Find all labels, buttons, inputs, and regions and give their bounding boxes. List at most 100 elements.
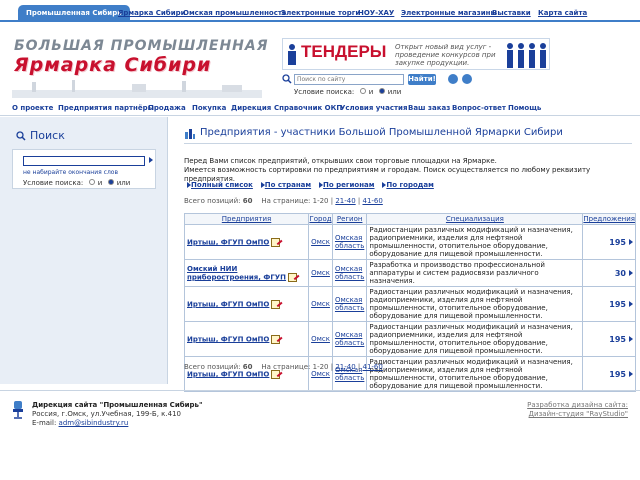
offers-count[interactable]: 195: [609, 335, 626, 344]
tab-promyshlennaya-sibir[interactable]: Промышленная Сибирь: [18, 5, 130, 22]
nav-o-proekte[interactable]: О проекте: [12, 104, 53, 112]
footer-design-studio-link[interactable]: Дизайн-студия "RayStudio": [529, 410, 628, 418]
region-cell[interactable]: Омская область: [331, 321, 368, 357]
total-count: 60: [242, 197, 253, 205]
enterprise-name[interactable]: Иртыш, ФГУП ОмПО: [187, 335, 269, 343]
footer-design-label[interactable]: Разработка дизайна сайта:: [527, 401, 628, 409]
col-offers[interactable]: Предложения: [582, 213, 636, 225]
enterprises-icon: [185, 129, 195, 139]
region-cell[interactable]: Омская область: [331, 286, 368, 322]
radio-and[interactable]: [360, 88, 367, 94]
enterprise-name[interactable]: Иртыш, ФГУП ОмПО: [187, 300, 269, 308]
document-edit-icon[interactable]: [271, 299, 281, 309]
sidebar-search-input[interactable]: [23, 156, 145, 166]
search-icon: [16, 131, 26, 141]
nav-predpriyatiya-partnery[interactable]: Предприятия партнёры: [58, 104, 154, 112]
sort-links: Полный список По странам По регионам По …: [184, 181, 434, 189]
offers-count[interactable]: 195: [609, 238, 626, 247]
tab-nou-hau[interactable]: НОУ-ХАУ: [358, 6, 394, 22]
offers-count[interactable]: 195: [609, 300, 626, 309]
document-edit-icon[interactable]: [288, 272, 298, 282]
arrow-icon[interactable]: [629, 270, 633, 276]
arrow-icon[interactable]: [629, 336, 633, 342]
footer-title: Дирекция сайта "Промышленная Сибирь": [32, 401, 203, 409]
nav-direktsiya[interactable]: Дирекция: [231, 104, 271, 112]
offers-count[interactable]: 30: [615, 269, 626, 278]
city-cell[interactable]: Омск: [308, 259, 333, 287]
nav-prodazha[interactable]: Продажа: [148, 104, 186, 112]
pager-bottom: Всего позиций: 60 На странице: 1-20 | 21…: [184, 363, 383, 371]
tab-vystavki[interactable]: Выставки: [492, 6, 531, 22]
tab-elektronnye-torgi[interactable]: Электронные торги: [281, 6, 360, 22]
sidebar-radio-or[interactable]: [108, 179, 115, 185]
sort-by-region[interactable]: По регионам: [323, 181, 375, 189]
col-enterprises[interactable]: Предприятия: [183, 213, 310, 225]
specialization-cell: Радиостанции различных модификаций и наз…: [366, 321, 584, 357]
page-1-20: 1-20: [312, 197, 329, 205]
site-search-button[interactable]: Найти!: [408, 74, 436, 85]
page-21-40[interactable]: 21-40: [335, 363, 355, 371]
col-region[interactable]: Регион: [331, 213, 368, 225]
table-row: Иртыш, ФГУП ОмПО Омск Омская область Рад…: [183, 224, 636, 260]
businessman-icon: [288, 44, 296, 65]
col-city[interactable]: Город: [308, 213, 333, 225]
city-cell[interactable]: Омск: [308, 356, 333, 392]
table-row: Омский НИИ приборостроения, ФГУП Омск Ом…: [183, 259, 636, 287]
sidebar: Поиск не набирайте окончания слов Услови…: [0, 117, 168, 384]
home-icon[interactable]: [448, 74, 458, 84]
factory-skyline-icon: [12, 80, 262, 98]
sidebar-cond-label: Условие поиска:: [23, 179, 84, 187]
nav-pomoshch[interactable]: Помощь: [508, 104, 541, 112]
city-cell[interactable]: Омск: [308, 321, 333, 357]
city-cell[interactable]: Омск: [308, 286, 333, 322]
tab-elektronnye-magaziny[interactable]: Электронные магазины: [401, 6, 497, 22]
enterprise-name[interactable]: Омский НИИ приборостроения, ФГУП: [187, 265, 286, 282]
arrow-icon[interactable]: [629, 301, 633, 307]
tenders-banner[interactable]: ТЕНДЕРЫ Открыт новый вид услуг - проведе…: [282, 38, 550, 70]
logo-line2: Ярмарка Сибири: [14, 54, 212, 76]
sidebar-radio-and-label: и: [97, 179, 103, 187]
page-41-60[interactable]: 41-60: [362, 197, 382, 205]
sort-by-city[interactable]: По городам: [386, 181, 434, 189]
specialization-cell: Разработка и производство профессиональн…: [366, 259, 584, 287]
document-edit-icon[interactable]: [271, 334, 281, 344]
offers-count[interactable]: 195: [609, 370, 626, 379]
enterprise-name[interactable]: Иртыш, ФГУП ОмПО: [187, 370, 269, 378]
arrow-icon[interactable]: [629, 239, 633, 245]
nav-spravochnik-okp[interactable]: Справочник ОКП: [274, 104, 342, 112]
nav-pokupka[interactable]: Покупка: [192, 104, 226, 112]
sidebar-radio-and[interactable]: [89, 179, 96, 185]
total-count: 60: [242, 363, 253, 371]
table-row: Иртыш, ФГУП ОмПО Омск Омская область Рад…: [183, 321, 636, 357]
document-edit-icon[interactable]: [271, 237, 281, 247]
enterprise-name[interactable]: Иртыш, ФГУП ОмПО: [187, 238, 269, 246]
search-conditions: Условие поиска: и или: [294, 88, 401, 96]
main-nav: О проекте Предприятия партнёры Продажа П…: [0, 100, 640, 116]
main-content: Предприятия - участники Большой Промышле…: [176, 117, 640, 392]
region-cell[interactable]: Омская область: [331, 259, 368, 287]
search-submit-arrow-icon[interactable]: [149, 157, 153, 163]
nav-usloviya-uchastiya[interactable]: Условия участия: [340, 104, 407, 112]
sort-full-list[interactable]: Полный список: [191, 181, 253, 189]
tab-omskaya-promyshlennost[interactable]: Омская промышленность: [183, 6, 286, 22]
site-search-input[interactable]: [294, 74, 404, 85]
city-cell[interactable]: Омск: [308, 224, 333, 260]
tab-karta-saita[interactable]: Карта сайта: [538, 6, 587, 22]
pager-top: Всего позиций: 60 На странице: 1-20 | 21…: [184, 197, 383, 205]
mail-icon[interactable]: [462, 74, 472, 84]
nav-vopros-otvet[interactable]: Вопрос-ответ: [452, 104, 506, 112]
region-cell[interactable]: Омская область: [331, 356, 368, 392]
sidebar-radio-or-label: или: [116, 179, 131, 187]
tab-yarmarka-sibiri[interactable]: Ярмарка Сибири: [118, 6, 186, 22]
page-21-40[interactable]: 21-40: [335, 197, 355, 205]
site-logo[interactable]: БОЛЬШАЯ ПРОМЫШЛЕННАЯ Ярмарка Сибири: [12, 36, 268, 98]
region-cell[interactable]: Омская область: [331, 224, 368, 260]
nav-vash-zakaz[interactable]: Ваш заказ: [408, 104, 450, 112]
arrow-icon[interactable]: [629, 371, 633, 377]
sort-by-country[interactable]: По странам: [265, 181, 311, 189]
radio-or[interactable]: [379, 88, 386, 94]
footer-email-link[interactable]: adm@sibindustry.ru: [59, 419, 129, 427]
page-41-60[interactable]: 41-60: [362, 363, 382, 371]
radio-and-label: и: [368, 88, 374, 96]
footer-email-label: E-mail:: [32, 419, 57, 427]
